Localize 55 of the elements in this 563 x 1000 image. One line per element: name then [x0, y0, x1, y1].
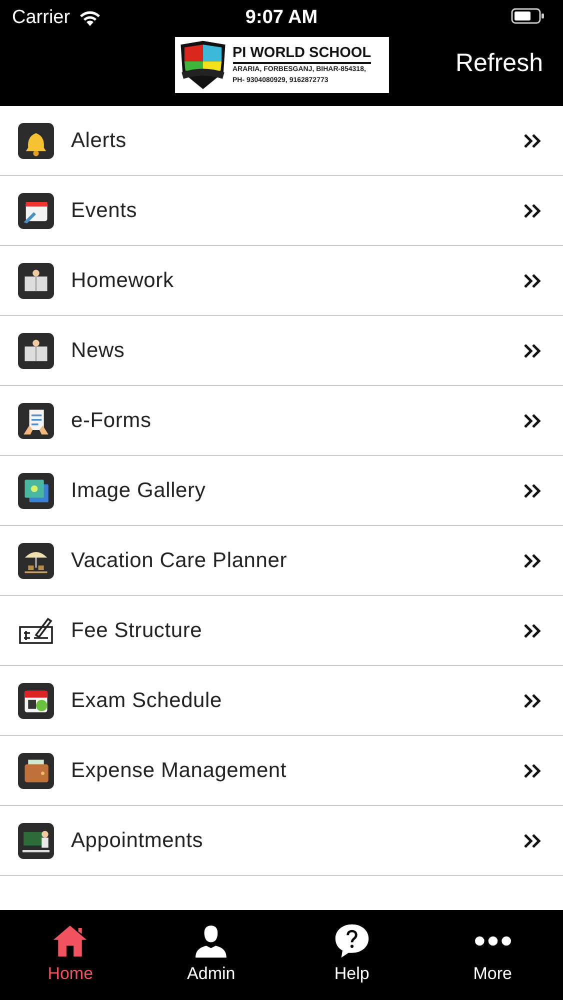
- menu-item[interactable]: e-Forms: [0, 386, 563, 456]
- tab-item[interactable]: More: [422, 910, 563, 1000]
- menu-item-label: Alerts: [71, 128, 128, 152]
- bell-icon: [18, 122, 54, 158]
- double-chevron-icon: [523, 482, 543, 498]
- menu-item[interactable]: Alerts: [0, 106, 563, 176]
- newspaper-icon: [18, 332, 54, 368]
- photos-icon: [18, 472, 54, 508]
- clock-time: 9:07 AM: [244, 7, 319, 29]
- umbrella-icon: [18, 542, 54, 578]
- menu-item-label: Vacation Care Planner: [71, 548, 288, 572]
- classroom-icon: [18, 822, 54, 858]
- menu-item-label: Appointments: [71, 828, 204, 852]
- menu-item[interactable]: Vacation Care Planner: [0, 526, 563, 596]
- double-chevron-icon: [523, 342, 543, 358]
- menu-item[interactable]: Homework: [0, 246, 563, 316]
- wifi-icon: [78, 9, 102, 27]
- menu-item[interactable]: Exam Schedule: [0, 666, 563, 736]
- carrier-name: Carrier: [12, 7, 70, 29]
- menu-item-label: Events: [71, 198, 138, 222]
- double-chevron-icon: [523, 832, 543, 848]
- menu-item-label: Expense Management: [71, 758, 288, 782]
- newspaper-icon: [18, 262, 54, 298]
- menu-item-label: Exam Schedule: [71, 688, 223, 712]
- wallet-icon: [18, 752, 54, 788]
- battery-icon: [511, 8, 545, 24]
- school-name: PI WORLD SCHOOL: [232, 44, 372, 64]
- menu-item[interactable]: Expense Management: [0, 736, 563, 806]
- menu-item[interactable]: Events: [0, 176, 563, 246]
- help-icon: [332, 922, 371, 960]
- menu-item-label: Image Gallery: [71, 478, 207, 502]
- calendar-icon: [18, 192, 54, 228]
- menu-item[interactable]: News: [0, 316, 563, 386]
- menu-item-label: Fee Structure: [71, 618, 204, 642]
- form-icon: [18, 402, 54, 438]
- menu-item-label: Homework: [71, 268, 175, 292]
- calendar-icon: [18, 682, 54, 718]
- menu-item-label: News: [71, 338, 126, 362]
- tab-item[interactable]: Help: [282, 910, 422, 1000]
- refresh-button[interactable]: Refresh: [455, 49, 543, 78]
- menu-item[interactable]: Appointments: [0, 806, 563, 876]
- double-chevron-icon: [523, 272, 543, 288]
- menu-item-label: e-Forms: [71, 408, 152, 432]
- tab-item[interactable]: Home: [0, 910, 141, 1000]
- menu-item[interactable]: Image Gallery: [0, 456, 563, 526]
- double-chevron-icon: [523, 622, 543, 638]
- double-chevron-icon: [523, 552, 543, 568]
- menu-item[interactable]: Fee Structure: [0, 596, 563, 666]
- more-icon: [474, 936, 511, 946]
- double-chevron-icon: [523, 202, 543, 218]
- double-chevron-icon: [523, 412, 543, 428]
- tab-item[interactable]: Admin: [140, 910, 282, 1000]
- double-chevron-icon: [523, 762, 543, 778]
- double-chevron-icon: [523, 132, 543, 148]
- double-chevron-icon: [523, 692, 543, 708]
